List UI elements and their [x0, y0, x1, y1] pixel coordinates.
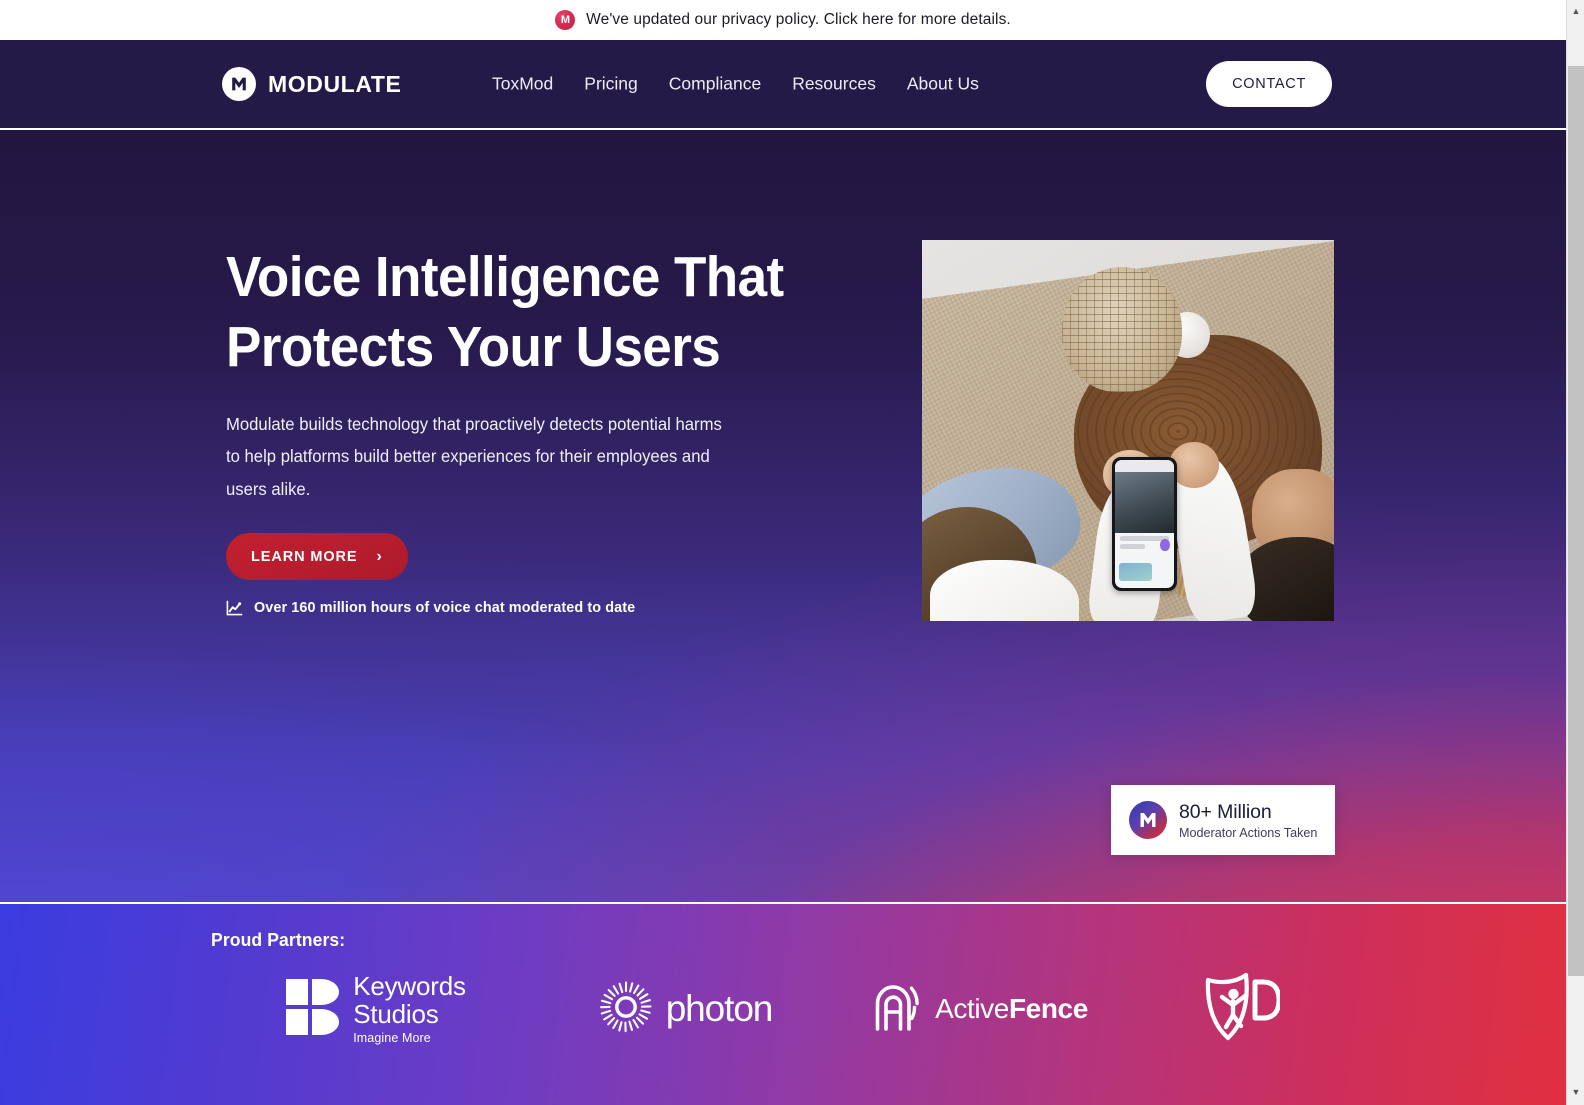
- phone-shape: [1111, 457, 1178, 591]
- brand-name: MODULATE: [268, 70, 402, 97]
- hero-section: Voice Intelligence That Protects Your Us…: [0, 130, 1566, 902]
- wicker-basket-shape: [1062, 266, 1182, 393]
- stat-badge-card: 80+ Million Moderator Actions Taken: [1111, 785, 1335, 855]
- nav-item-toxmod[interactable]: ToxMod: [492, 74, 553, 95]
- scroll-up-arrow-icon[interactable]: ▲: [1567, 2, 1584, 20]
- keywords-studios-line2: Studios: [353, 999, 439, 1030]
- keywords-studios-line1: Keywords: [353, 971, 466, 1002]
- main-nav: ToxMod Pricing Compliance Resources Abou…: [492, 74, 979, 95]
- scrollbar-thumb[interactable]: [1568, 66, 1584, 976]
- learn-more-button[interactable]: LEARN MORE ›: [226, 533, 408, 580]
- page-scrollbar[interactable]: ▲ ▼: [1566, 0, 1584, 1105]
- site-header: MODULATE ToxMod Pricing Compliance Resou…: [0, 40, 1566, 130]
- partner-logo-keywords-studios[interactable]: Keywords Studios Imagine More: [211, 972, 541, 1046]
- stat-badge-label: Moderator Actions Taken: [1179, 825, 1318, 840]
- modulate-m-logo-icon: [222, 67, 256, 101]
- nav-item-about-us[interactable]: About Us: [907, 74, 979, 95]
- partners-title: Proud Partners:: [211, 929, 346, 950]
- hero-stat: Over 160 million hours of voice chat mod…: [226, 600, 635, 616]
- announcement-logo-icon: M: [555, 10, 576, 30]
- partners-section: Proud Partners: Keywords Studios Imagine…: [0, 904, 1566, 1105]
- partner-logo-list: Keywords Studios Imagine More photon Act…: [211, 964, 1416, 1054]
- nav-item-compliance[interactable]: Compliance: [669, 74, 761, 95]
- nav-item-resources[interactable]: Resources: [792, 74, 876, 95]
- brand-logo[interactable]: MODULATE: [222, 67, 401, 101]
- chevron-right-icon: ›: [376, 547, 383, 565]
- learn-more-label: LEARN MORE: [251, 548, 358, 565]
- activefence-wordmark-light: Active: [935, 993, 1009, 1024]
- hero-photo: [922, 240, 1334, 621]
- announcement-bar[interactable]: M We've updated our privacy policy. Clic…: [0, 0, 1566, 40]
- modulate-m-gradient-icon: [1129, 801, 1167, 839]
- page-root: M We've updated our privacy policy. Clic…: [0, 0, 1584, 1105]
- photon-burst-icon: [599, 980, 652, 1038]
- keywords-studios-tagline: Imagine More: [353, 1031, 431, 1046]
- trend-chart-icon: [226, 600, 243, 616]
- photon-wordmark: photon: [665, 988, 774, 1029]
- announcement-logo-letter: M: [560, 13, 570, 26]
- keywords-studios-icon: [286, 978, 340, 1040]
- page-title: Voice Intelligence That Protects Your Us…: [226, 245, 784, 380]
- activefence-wordmark-bold: Fence: [1008, 993, 1088, 1024]
- activefence-arch-icon: [874, 983, 920, 1036]
- hero-subtitle: Modulate builds technology that proactiv…: [226, 414, 722, 499]
- nav-item-pricing[interactable]: Pricing: [584, 74, 638, 95]
- announcement-text[interactable]: We've updated our privacy policy. Click …: [586, 11, 1011, 29]
- scroll-down-arrow-icon[interactable]: ▼: [1567, 1083, 1584, 1101]
- partner-logo-kid[interactable]: [1131, 970, 1351, 1049]
- hero-stat-text: Over 160 million hours of voice chat mod…: [254, 600, 636, 616]
- stat-badge-value: 80+ Million: [1179, 800, 1272, 823]
- partner-logo-photon[interactable]: photon: [541, 980, 831, 1038]
- activefence-wordmark: ActiveFence: [935, 993, 1088, 1025]
- contact-button[interactable]: CONTACT: [1206, 61, 1332, 107]
- kid-shield-icon: [1202, 970, 1282, 1049]
- partner-logo-activefence[interactable]: ActiveFence: [831, 983, 1131, 1036]
